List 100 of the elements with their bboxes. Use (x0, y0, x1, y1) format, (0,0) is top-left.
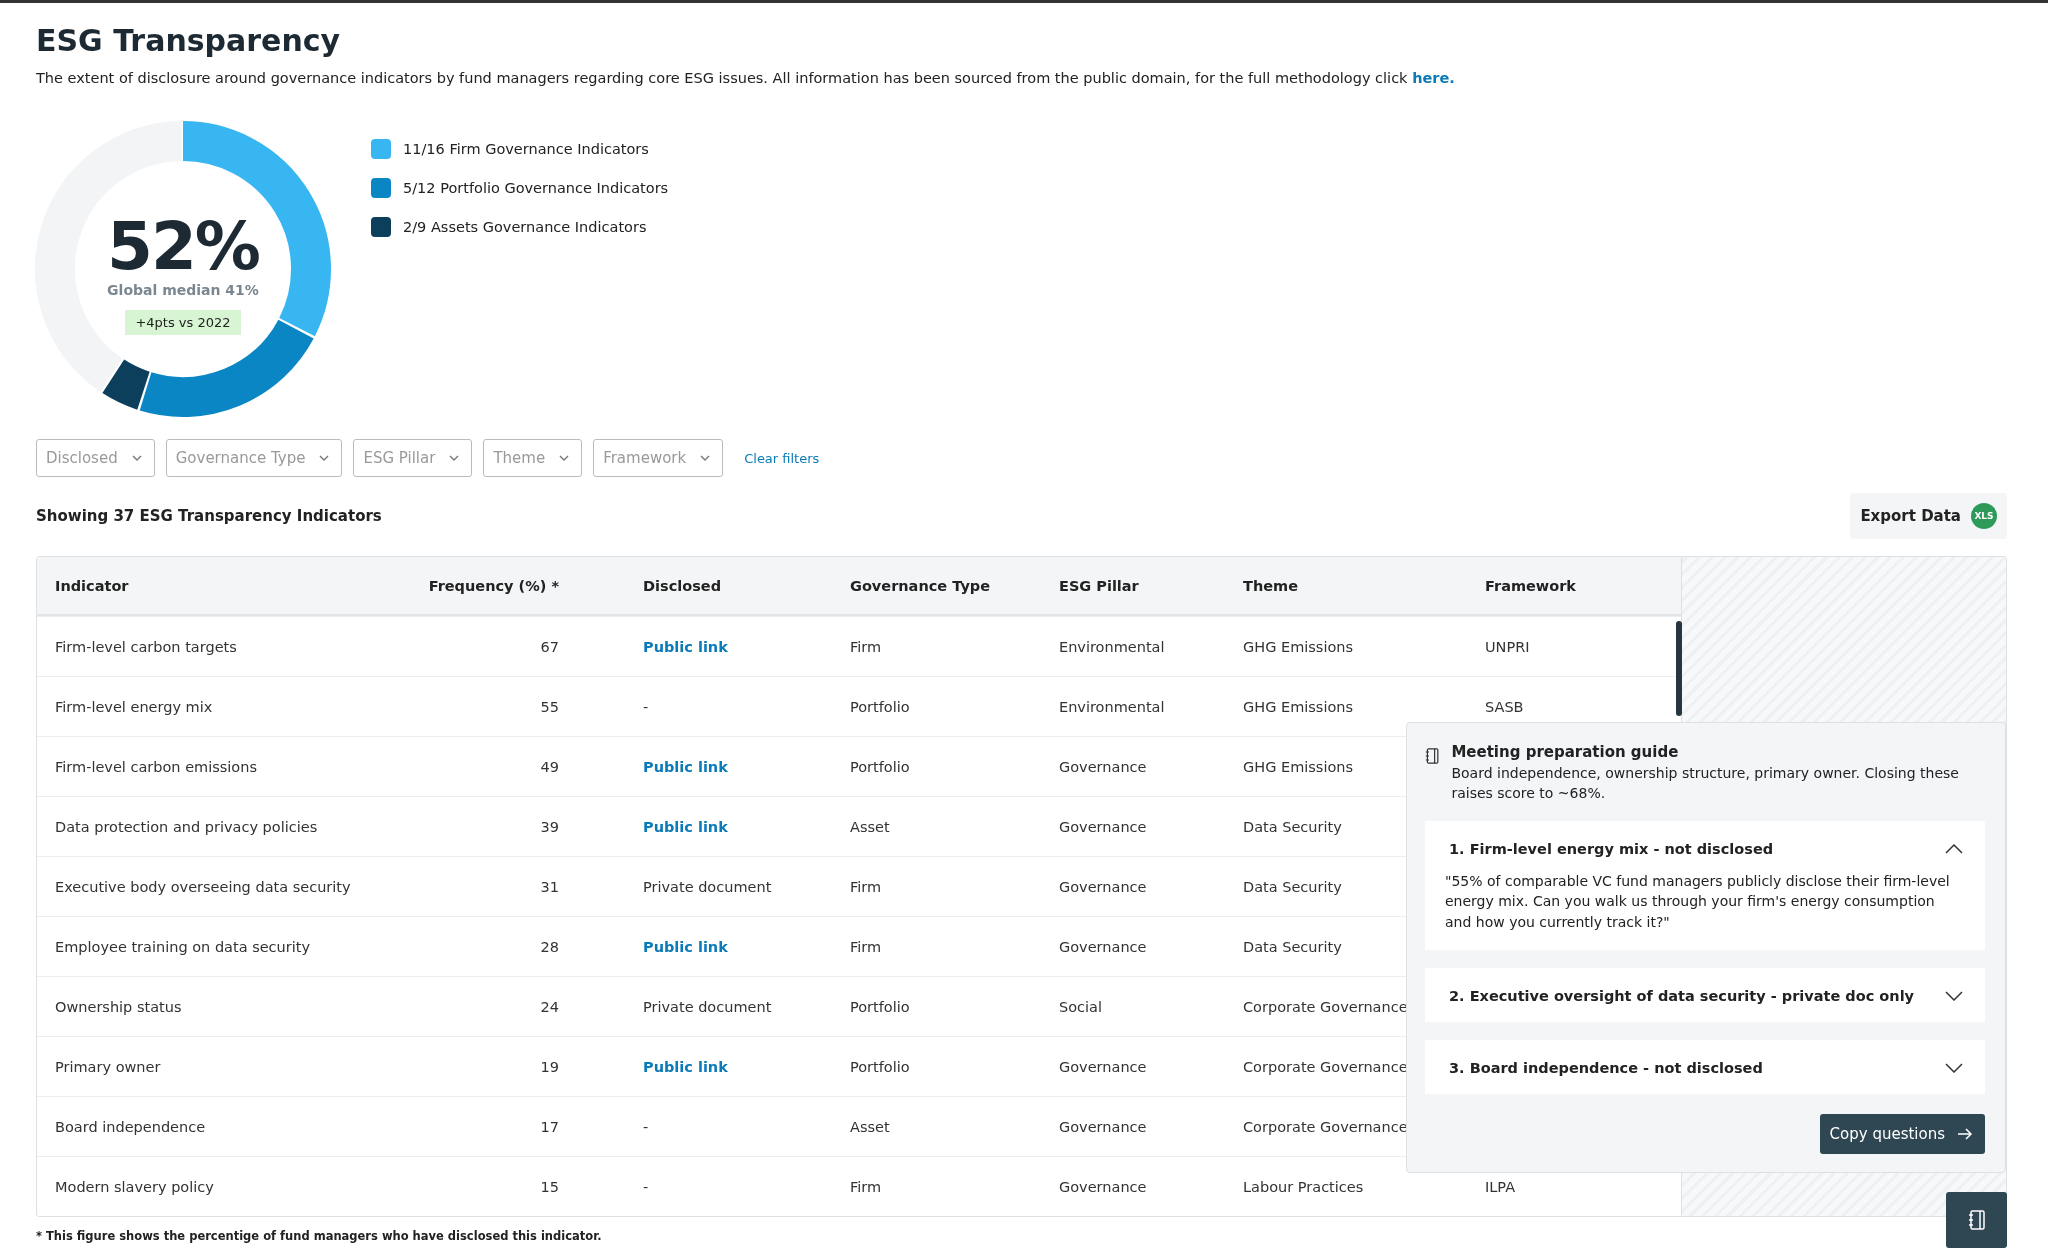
table-cell: Data Security (1243, 878, 1342, 895)
xls-badge: XLS (1971, 503, 1997, 529)
table-cell-text: 31 (539, 878, 559, 895)
table-cell: - (643, 1118, 649, 1135)
table-cell: Environmental (1059, 698, 1165, 715)
table-cell: Asset (850, 1118, 890, 1135)
change-badge: +4pts vs 2022 (125, 310, 241, 335)
chevron-icon (1945, 1063, 1963, 1074)
chevron-down-icon (700, 455, 711, 461)
column-header: Disclosed (642, 577, 722, 594)
question-header[interactable]: 1. Firm-level energy mix - not disclosed (1449, 841, 1963, 858)
table-cell: Data Security (1243, 818, 1342, 835)
guide-summary: Board independence, ownership structure, primary owner. Closing these raises score to ~68%. (1451, 764, 1960, 803)
chevron-icon (1945, 991, 1963, 1002)
table-cell: Private document (643, 998, 772, 1015)
column-header: Framework (1485, 577, 1577, 594)
table-cell-text: 17 (539, 1118, 559, 1135)
table-cell-text: 67 (539, 638, 559, 655)
table-cell-text: Modern slavery policy (54, 1178, 215, 1195)
guide-toggle-button[interactable] (1946, 1192, 2007, 1248)
public-link[interactable]: Public link (643, 938, 728, 955)
table-cell: Corporate Governance (1243, 998, 1408, 1015)
table-cell: Governance (1059, 878, 1147, 895)
legend-label: 2/9 Assets Governance Indicators (403, 219, 647, 235)
table-cell: Governance (1059, 818, 1147, 835)
table-cell: - (643, 1178, 649, 1195)
column-header: Governance Type (850, 577, 992, 594)
public-link[interactable]: Public link (643, 1058, 728, 1075)
public-link[interactable]: Public link (643, 818, 728, 835)
table-cell: Environmental (1059, 638, 1165, 655)
table-cell: Firm (850, 1178, 882, 1195)
chevron-icon (1945, 844, 1963, 855)
table-cell: Corporate Governance (1243, 1058, 1408, 1075)
table-cell-text: Firm-level carbon targets (54, 638, 238, 655)
chevron-down-icon (449, 455, 460, 461)
table-cell: SASB (1485, 698, 1524, 715)
chevron-down-icon (559, 455, 570, 461)
export-data-button[interactable]: Export Data XLS (1850, 493, 2007, 539)
notebook-icon (1967, 1209, 1986, 1231)
scrollbar-thumb[interactable] (1676, 621, 1682, 716)
public-link[interactable]: Public link (643, 758, 728, 775)
table-cell: Portfolio (850, 998, 910, 1015)
clear-filters-link[interactable]: Clear filters (744, 450, 820, 466)
table-cell: Governance (1059, 1178, 1147, 1195)
legend-label: 5/12 Portfolio Governance Indicators (403, 180, 669, 196)
table-cell: GHG Emissions (1243, 698, 1354, 715)
table-cell-text: Firm-level energy mix (54, 698, 214, 715)
table-cell: Firm (850, 878, 882, 895)
methodology-link[interactable]: here. (1412, 70, 1455, 86)
table-cell-text: Firm-level carbon emissions (54, 758, 258, 775)
table-cell: Labour Practices (1243, 1178, 1364, 1195)
question-header[interactable]: 2. Executive oversight of data security - private doc only (1449, 988, 1963, 1005)
table-cell: Governance (1059, 758, 1147, 775)
filter-dropdown[interactable]: Theme (483, 439, 583, 477)
table-cell: Governance (1059, 1058, 1147, 1075)
table-cell: Portfolio (850, 1058, 910, 1075)
table-cell-text: 55 (539, 698, 559, 715)
table-cell: GHG Emissions (1243, 758, 1354, 775)
public-link[interactable]: Public link (643, 638, 728, 655)
table-cell-text: 24 (539, 998, 559, 1015)
filter-dropdown[interactable]: Framework (593, 439, 724, 477)
table-cell: Corporate Governance (1243, 1118, 1408, 1135)
column-header: Frequency (%) * (427, 577, 559, 594)
table-cell-text: Primary owner (54, 1058, 162, 1075)
table-cell: Portfolio (850, 758, 910, 775)
footnote: * This figure shows the percentige of fund managers who have disclosed this indicator. (36, 1229, 603, 1243)
notebook-icon (1425, 746, 1440, 766)
chevron-down-icon (319, 455, 330, 461)
table-cell: - (643, 698, 649, 715)
filter-dropdown[interactable]: Governance Type (165, 439, 343, 477)
table-cell-text: 19 (539, 1058, 559, 1075)
page-description: The extent of disclosure around governance indicators by fund managers regarding core ESG issues. All information has been sourced from the public domain, for the full methodology click here. (36, 70, 1456, 86)
filter-dropdown[interactable]: Disclosed (36, 439, 155, 477)
table-cell-text: 28 (539, 938, 559, 955)
table-cell: Private document (643, 878, 772, 895)
score-value: 52% (107, 214, 259, 280)
table-cell: UNPRI (1485, 638, 1530, 655)
page-title: ESG Transparency (36, 23, 342, 58)
results-count: Showing 37 ESG Transparency Indicators (36, 507, 382, 525)
table-cell-text: Executive body overseeing data security (54, 878, 352, 895)
table-cell-text: Board independence (54, 1118, 207, 1135)
column-header: ESG Pillar (1059, 577, 1140, 594)
table-cell: Governance (1059, 938, 1147, 955)
arrow-right-icon (1957, 1128, 1973, 1141)
table-cell: Portfolio (850, 698, 910, 715)
table-cell-text: 15 (539, 1178, 559, 1195)
table-cell-text: 39 (539, 818, 559, 835)
copy-questions-button[interactable]: Copy questions (1819, 1114, 1985, 1155)
table-cell: Social (1059, 998, 1102, 1015)
table-cell-text: Ownership status (54, 998, 183, 1015)
filter-dropdown[interactable]: ESG Pillar (353, 439, 473, 477)
question-text: "55% of comparable VC fund managers publicly disclose their firm-level energy mix. Can you walk us through your firm's energy consumption and how you currently track it?" (1445, 872, 1951, 932)
table-cell-text: Data protection and privacy policies (54, 818, 319, 835)
question-header[interactable]: 3. Board independence - not disclosed (1449, 1060, 1963, 1077)
chevron-down-icon (131, 455, 142, 461)
table-cell-text: Employee training on data security (54, 938, 312, 955)
global-median: Global median 41% (107, 282, 259, 298)
column-header: Indicator (54, 577, 130, 594)
table-cell: Governance (1059, 1118, 1147, 1135)
guide-title: Meeting preparation guide (1451, 743, 1680, 761)
